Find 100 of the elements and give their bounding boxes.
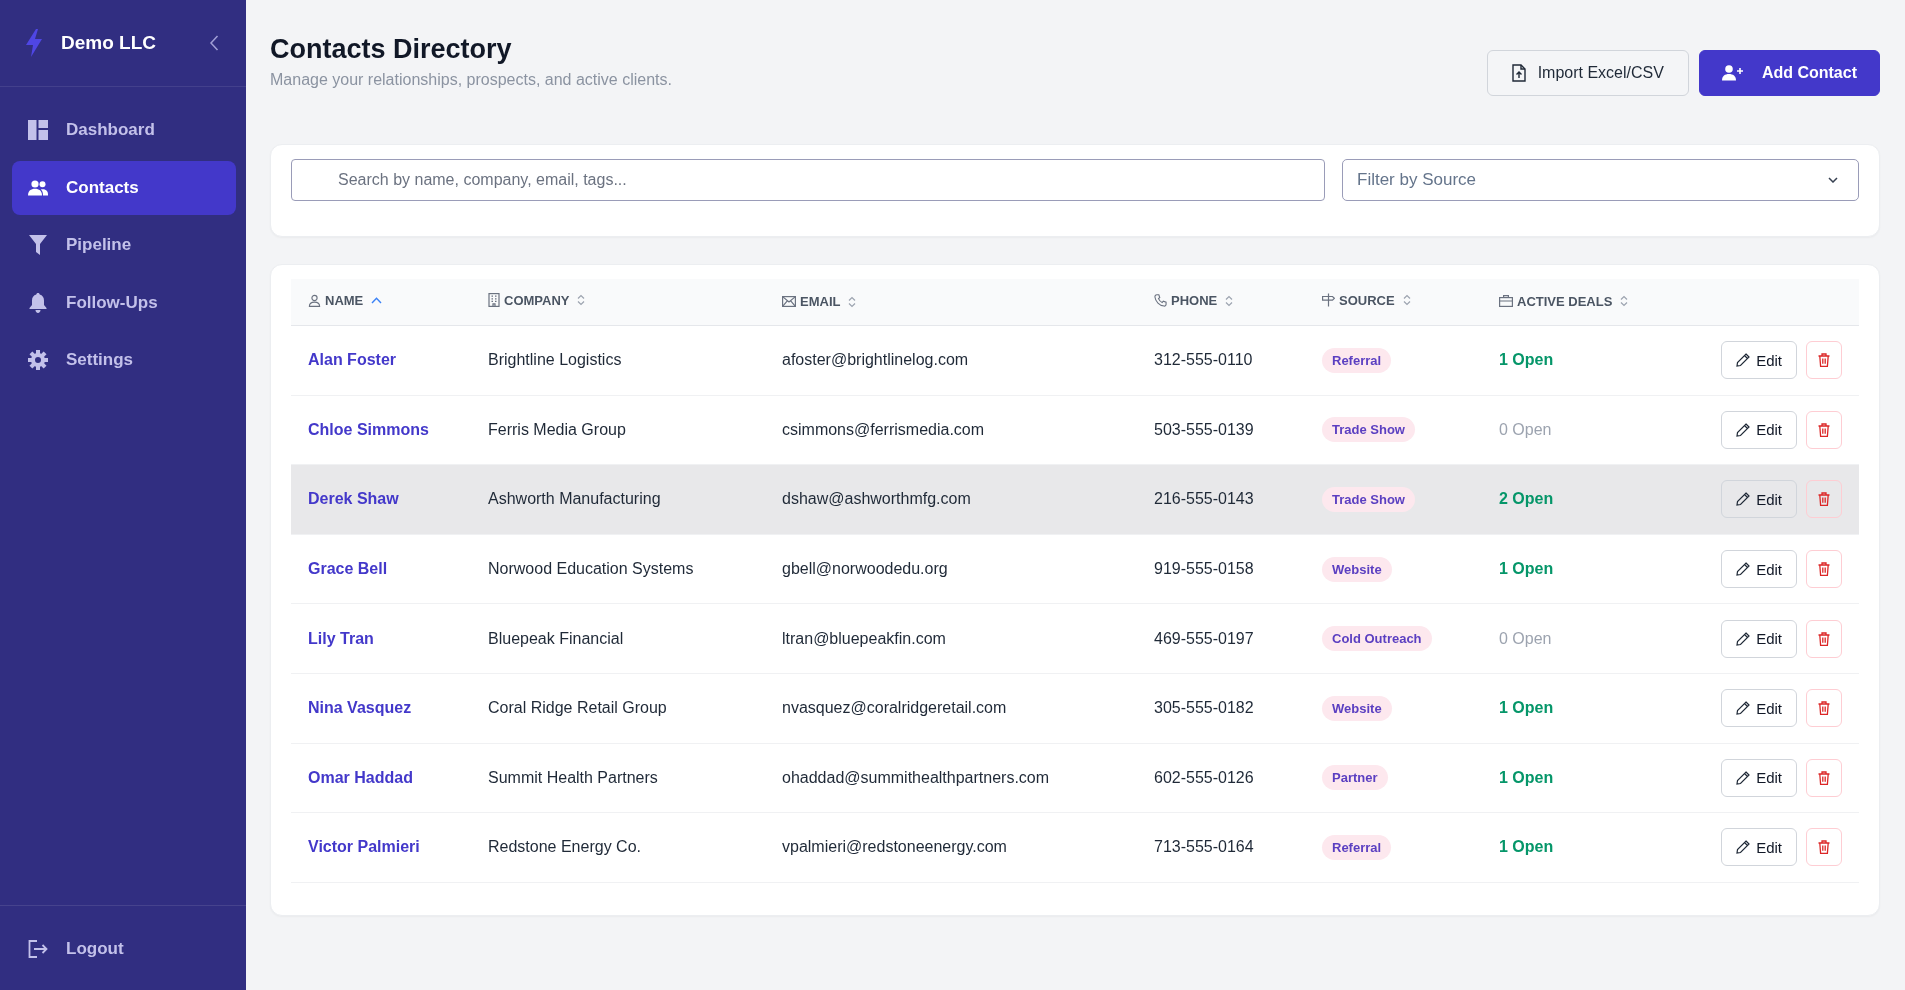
- company-name: Summit Health Partners: [488, 768, 658, 786]
- column-header[interactable]: ACTIVE DEALS: [1499, 293, 1629, 309]
- contact-name-link[interactable]: Victor Palmieri: [308, 838, 420, 856]
- source-tag: Referral: [1322, 834, 1392, 860]
- search-field[interactable]: Search by name, company, email, tags...: [291, 159, 1325, 201]
- phone-number: 602-555-0126: [1154, 768, 1254, 786]
- edit-button[interactable]: Edit: [1721, 689, 1797, 728]
- funnel-icon: [29, 235, 47, 255]
- company-name: Bluepeak Financial: [488, 629, 624, 647]
- contact-name-link[interactable]: Nina Vasquez: [308, 699, 412, 717]
- brand-name: Demo LLC: [61, 32, 156, 54]
- delete-button[interactable]: [1806, 758, 1842, 797]
- email-address: dshaw@ashworthmfg.com: [782, 490, 971, 508]
- contact-name-link[interactable]: Alan Foster: [308, 351, 396, 369]
- trash-icon: [1818, 353, 1830, 368]
- column-header[interactable]: SOURCE: [1322, 292, 1411, 308]
- deals-count: 2 Open: [1499, 490, 1554, 508]
- company-name: Redstone Energy Co.: [488, 838, 641, 856]
- page-title: Contacts Directory: [270, 33, 513, 66]
- phone-number: 216-555-0143: [1154, 490, 1254, 508]
- email-address: ltran@bluepeakfin.com: [782, 629, 946, 647]
- column-header[interactable]: PHONE: [1154, 293, 1234, 308]
- logout-link[interactable]: Logout: [12, 922, 236, 976]
- contact-name-link[interactable]: Derek Shaw: [308, 490, 399, 508]
- trash-icon: [1818, 492, 1830, 507]
- column-header[interactable]: NAME: [308, 293, 383, 308]
- delete-button[interactable]: [1806, 480, 1842, 519]
- deals-count: 0 Open: [1499, 420, 1552, 438]
- user-plus-icon: [1721, 65, 1744, 81]
- source-tag: Partner: [1322, 765, 1388, 791]
- email-address: ohaddad@summithealthpartners.com: [782, 768, 1050, 786]
- trash-icon: [1818, 701, 1830, 716]
- trash-icon: [1818, 770, 1830, 785]
- email-address: csimmons@ferrismedia.com: [782, 420, 985, 438]
- column-header[interactable]: EMAIL: [782, 294, 857, 309]
- contact-name-link[interactable]: Grace Bell: [308, 560, 388, 578]
- people-icon: [28, 179, 48, 196]
- trash-icon: [1818, 631, 1830, 646]
- edit-button[interactable]: Edit: [1721, 480, 1797, 519]
- source-tag: Trade Show: [1322, 417, 1415, 443]
- phone-number: 713-555-0164: [1154, 838, 1254, 856]
- trash-icon: [1818, 422, 1830, 437]
- deals-count: 1 Open: [1499, 560, 1554, 578]
- email-address: gbell@norwoodedu.org: [782, 560, 948, 578]
- pencil-icon: [1736, 562, 1751, 577]
- source-tag: Trade Show: [1322, 487, 1415, 512]
- dashboard-icon: [28, 120, 48, 140]
- briefcase-icon: [1499, 295, 1513, 307]
- edit-button[interactable]: Edit: [1721, 341, 1797, 380]
- pencil-icon: [1736, 353, 1751, 368]
- phone-number: 469-555-0197: [1154, 629, 1254, 647]
- source-tag: Website: [1322, 556, 1392, 582]
- delete-button[interactable]: [1806, 550, 1842, 589]
- company-name: Ashworth Manufacturing: [488, 490, 661, 508]
- edit-button[interactable]: Edit: [1721, 758, 1797, 797]
- pencil-icon: [1736, 422, 1751, 437]
- collapse-sidebar-icon[interactable]: [209, 35, 219, 51]
- contact-name-link[interactable]: Omar Haddad: [308, 768, 413, 786]
- nav-item[interactable]: Pipeline: [12, 218, 236, 272]
- company-name: Ferris Media Group: [488, 420, 626, 438]
- nav-item[interactable]: Settings: [12, 333, 236, 387]
- edit-button[interactable]: Edit: [1721, 828, 1797, 867]
- column-header[interactable]: COMPANY: [488, 292, 586, 308]
- source-filter-select[interactable]: Filter by Source: [1342, 159, 1859, 201]
- email-address: afoster@brightlinelog.com: [782, 351, 969, 369]
- nav-item[interactable]: Dashboard: [12, 103, 236, 157]
- phone-number: 503-555-0139: [1154, 420, 1254, 438]
- company-name: Coral Ridge Retail Group: [488, 699, 667, 717]
- deals-count: 1 Open: [1499, 838, 1554, 856]
- delete-button[interactable]: [1806, 341, 1842, 380]
- person-icon: [308, 294, 321, 307]
- add-contact-button[interactable]: Add Contact: [1698, 50, 1880, 96]
- delete-button[interactable]: [1806, 689, 1842, 728]
- email-address: nvasquez@coralridgeretail.com: [782, 699, 1007, 717]
- edit-button[interactable]: Edit: [1721, 550, 1797, 589]
- sort-ascending-icon[interactable]: [371, 297, 383, 304]
- delete-button[interactable]: [1806, 619, 1842, 658]
- contact-name-link[interactable]: Chloe Simmons: [308, 420, 429, 438]
- chevron-down-icon: [1828, 177, 1838, 183]
- delete-button[interactable]: [1806, 410, 1842, 449]
- settings-icon: [28, 350, 48, 370]
- phone-number: 312-555-0110: [1154, 351, 1253, 369]
- phone-number: 305-555-0182: [1154, 699, 1254, 717]
- envelope-icon: [782, 296, 796, 307]
- deals-count: 1 Open: [1499, 699, 1554, 717]
- nav-item[interactable]: Contacts: [12, 160, 236, 215]
- trash-icon: [1818, 840, 1830, 855]
- source-tag: Cold Outreach: [1322, 626, 1432, 652]
- phone-number: 919-555-0158: [1154, 560, 1254, 578]
- import-button[interactable]: Import Excel/CSV: [1486, 50, 1689, 96]
- contact-name-link[interactable]: Lily Tran: [308, 629, 374, 647]
- deals-count: 1 Open: [1499, 351, 1554, 369]
- nav-item[interactable]: Follow-Ups: [12, 275, 236, 330]
- edit-button[interactable]: Edit: [1721, 410, 1797, 449]
- edit-button[interactable]: Edit: [1721, 619, 1797, 658]
- phone-icon: [1154, 294, 1167, 307]
- bell-icon: [29, 292, 47, 313]
- file-upload-icon: [1511, 64, 1526, 82]
- delete-button[interactable]: [1806, 828, 1842, 867]
- deals-count: 0 Open: [1499, 629, 1552, 647]
